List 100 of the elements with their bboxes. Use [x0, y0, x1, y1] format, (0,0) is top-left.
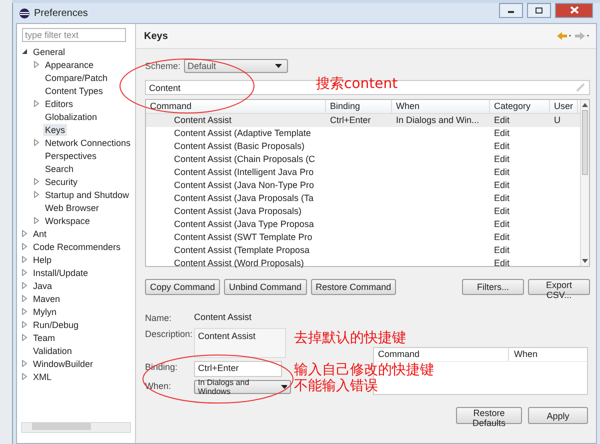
column-header[interactable]: User	[550, 100, 578, 113]
expand-icon[interactable]	[21, 308, 28, 315]
horizontal-scrollbar[interactable]	[21, 422, 131, 433]
vertical-scrollbar[interactable]	[580, 100, 589, 266]
collapse-icon[interactable]	[21, 48, 28, 55]
table-cell: Content Assist (Basic Proposals)	[174, 141, 305, 151]
table-cell: Edit	[494, 115, 510, 125]
table-row[interactable]: Content Assist (Word Proposals) Edit	[146, 257, 580, 270]
table-cell: Edit	[494, 154, 510, 164]
description-label: Description:	[145, 328, 194, 341]
expand-icon[interactable]	[21, 295, 28, 302]
tree-item[interactable]: Appearance	[43, 58, 96, 70]
tree-item[interactable]: Content Types	[43, 84, 105, 96]
table-row[interactable]: Content Assist (Java Non-Type Pro Edit	[146, 179, 580, 192]
close-button[interactable]	[555, 2, 593, 18]
tree-item[interactable]: Web Browser	[43, 202, 101, 214]
tree-item[interactable]: Help	[31, 254, 54, 266]
expand-icon[interactable]	[33, 139, 40, 146]
tree-item[interactable]: Editors	[43, 98, 76, 110]
tree-item[interactable]: Ant	[31, 228, 49, 240]
table-row[interactable]: Content Assist (Java Proposals) Edit	[146, 205, 580, 218]
column-header[interactable]: Category	[490, 100, 550, 113]
tree-item[interactable]: Java	[31, 280, 54, 292]
tree-item[interactable]: Maven	[31, 292, 62, 304]
tree-item[interactable]: Workspace	[43, 214, 92, 226]
command-button[interactable]: Copy Command	[145, 279, 220, 295]
binding-field[interactable]: Ctrl+Enter	[194, 361, 282, 377]
tree-item[interactable]: Startup and Shutdow	[43, 188, 132, 200]
table-row[interactable]: Content Assist Ctrl+Enter In Dialogs and Win... Edit U	[146, 114, 580, 127]
command-button[interactable]: Restore Command	[310, 279, 396, 295]
tree-item[interactable]: Run/Debug	[31, 318, 81, 330]
table-row[interactable]: Content Assist (Chain Proposals (C Edit	[146, 153, 580, 166]
expand-icon[interactable]	[21, 282, 28, 289]
tree-item[interactable]: XML	[31, 370, 54, 382]
tree-item[interactable]: Team	[31, 332, 58, 344]
expand-icon[interactable]	[33, 178, 40, 185]
expand-icon[interactable]	[21, 373, 28, 380]
column-header[interactable]: Binding	[326, 100, 392, 113]
expand-icon[interactable]	[21, 230, 28, 237]
table-cell: Content Assist (Java Type Proposa	[174, 219, 314, 229]
tree-item[interactable]: Globalization	[43, 110, 100, 122]
maximize-icon	[535, 6, 543, 14]
tree-item[interactable]: General	[31, 46, 68, 58]
table-row[interactable]: Content Assist (Adaptive Template Edit	[146, 127, 580, 140]
tree-item[interactable]: Security	[43, 176, 80, 188]
table-cell: Content Assist (Adaptive Template	[174, 128, 311, 138]
dialog-button[interactable]: Restore Defaults	[456, 407, 522, 424]
when-dropdown[interactable]: In Dialogs and Windows	[194, 380, 291, 394]
table-cell: Edit	[494, 180, 510, 190]
tree-item[interactable]: Code Recommenders	[31, 240, 123, 252]
table-row[interactable]: Content Assist (Java Type Proposa Edit	[146, 218, 580, 231]
action-button[interactable]: Filters...	[462, 279, 524, 295]
column-header[interactable]: When	[392, 100, 490, 113]
tree-item[interactable]: Validation	[31, 344, 74, 356]
table-row[interactable]: Content Assist (Intelligent Java Pro Edit	[146, 166, 580, 179]
expand-icon[interactable]	[33, 217, 40, 224]
table-row[interactable]: Content Assist (Java Proposals (Ta Edit	[146, 192, 580, 205]
tree-item[interactable]: Keys	[43, 124, 68, 136]
description-field[interactable]: Content Assist	[194, 328, 286, 358]
tree-item[interactable]: Compare/Patch	[43, 72, 110, 84]
tree-item[interactable]: Search	[43, 162, 76, 174]
column-header[interactable]: Command	[146, 100, 326, 113]
table-cell: Edit	[494, 245, 510, 255]
column-header[interactable]: Command	[374, 348, 509, 361]
expand-icon[interactable]	[21, 243, 28, 250]
scroll-up-icon[interactable]	[582, 103, 588, 107]
forward-arrow-icon[interactable]	[574, 31, 590, 41]
table-row[interactable]: Content Assist (Template Proposa Edit	[146, 244, 580, 257]
table-row[interactable]: Content Assist (SWT Template Pro Edit	[146, 231, 580, 244]
scheme-dropdown[interactable]: Default	[184, 59, 288, 73]
tree-item[interactable]: Install/Update	[31, 266, 90, 278]
expand-icon[interactable]	[21, 269, 28, 276]
tree-item[interactable]: Perspectives	[43, 150, 99, 162]
table-row[interactable]: Content Assist (Basic Proposals) Edit	[146, 140, 580, 153]
table-cell: Edit	[494, 206, 510, 216]
filter-field[interactable]: type filter text	[22, 28, 126, 42]
scroll-down-icon[interactable]	[582, 259, 588, 263]
tree-item[interactable]: WindowBuilder	[31, 358, 96, 370]
clear-icon[interactable]	[576, 83, 585, 92]
table-cell: Content Assist (Java Non-Type Pro	[174, 180, 314, 190]
tree-item[interactable]: Mylyn	[31, 306, 59, 318]
column-header[interactable]: When	[509, 348, 538, 361]
expand-icon[interactable]	[33, 100, 40, 107]
table-cell: Content Assist (Java Proposals)	[174, 206, 302, 216]
expand-icon[interactable]	[21, 256, 28, 263]
expand-icon[interactable]	[21, 334, 28, 341]
table-cell: Content Assist	[174, 115, 232, 125]
dialog-button[interactable]: Apply	[528, 407, 588, 424]
tree-item[interactable]: Network Connections	[43, 136, 133, 148]
table-cell: In Dialogs and Win...	[396, 115, 480, 125]
expand-icon[interactable]	[33, 191, 40, 198]
table-cell: Edit	[494, 219, 510, 229]
expand-icon[interactable]	[33, 61, 40, 68]
back-arrow-icon[interactable]	[556, 31, 572, 41]
maximize-button[interactable]	[527, 2, 551, 18]
minimize-button[interactable]	[499, 2, 523, 18]
command-button[interactable]: Unbind Command	[224, 279, 307, 295]
expand-icon[interactable]	[21, 321, 28, 328]
close-icon	[570, 6, 578, 14]
expand-icon[interactable]	[21, 360, 28, 367]
